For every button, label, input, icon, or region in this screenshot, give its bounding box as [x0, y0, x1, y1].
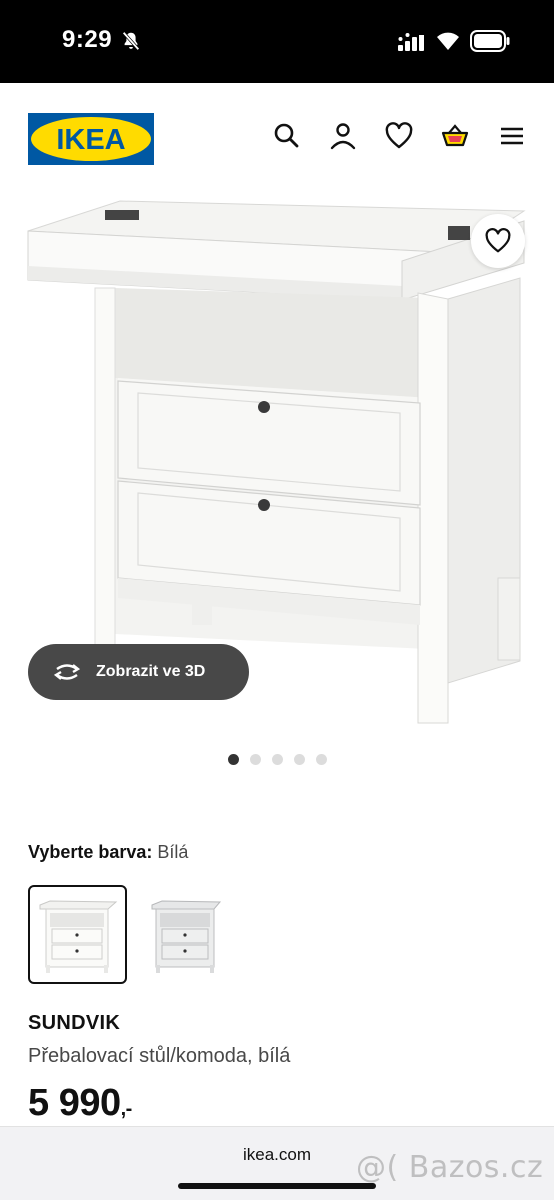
- carousel-dot[interactable]: [315, 754, 327, 765]
- view-3d-button[interactable]: Zobrazit ve 3D: [28, 644, 249, 700]
- logo-text: IKEA: [56, 124, 125, 156]
- menu-icon[interactable]: [497, 121, 527, 151]
- cart-icon[interactable]: [440, 121, 470, 151]
- view-3d-label: Zobrazit ve 3D: [96, 663, 206, 680]
- image-carousel-dots: [0, 754, 554, 765]
- battery-icon: [470, 30, 510, 52]
- product-price: 5 990,-: [28, 1082, 132, 1125]
- heart-icon: [485, 228, 511, 253]
- price-value: 5 990: [28, 1082, 121, 1124]
- add-to-favorites-button[interactable]: [471, 214, 525, 268]
- site-header: IKEA: [0, 83, 554, 193]
- color-swatch-grey[interactable]: [134, 885, 233, 984]
- status-bar: 9:29: [0, 0, 554, 83]
- product-name: SUNDVIK: [28, 1012, 121, 1034]
- ikea-logo[interactable]: IKEA: [28, 113, 154, 165]
- price-suffix: ,-: [120, 1098, 133, 1120]
- product-description: Přebalovací stůl/komoda, bílá: [28, 1045, 291, 1067]
- carousel-dot[interactable]: [293, 754, 305, 765]
- home-indicator[interactable]: [178, 1183, 376, 1189]
- carousel-dot[interactable]: [227, 754, 239, 765]
- wifi-icon: [437, 32, 459, 50]
- status-time: 9:29: [62, 26, 113, 53]
- color-selected-value: Bílá: [157, 842, 189, 862]
- color-select-label: Vyberte barva:: [28, 842, 153, 862]
- color-select-line: Vyberte barva: Bílá: [28, 842, 188, 863]
- rotate-3d-icon: [53, 664, 81, 680]
- user-icon[interactable]: [328, 121, 358, 151]
- carousel-dot[interactable]: [249, 754, 261, 765]
- carousel-dot[interactable]: [271, 754, 283, 765]
- grey-variant-thumbnail: [151, 899, 221, 973]
- cellular-signal-icon: [398, 31, 426, 51]
- bell-off-icon: [122, 31, 140, 51]
- white-variant-thumbnail: [39, 899, 117, 973]
- heart-icon[interactable]: [384, 121, 414, 151]
- search-icon[interactable]: [272, 121, 302, 151]
- bazos-watermark: @( Bazos.cz: [356, 1150, 544, 1185]
- color-swatch-white[interactable]: [28, 885, 127, 984]
